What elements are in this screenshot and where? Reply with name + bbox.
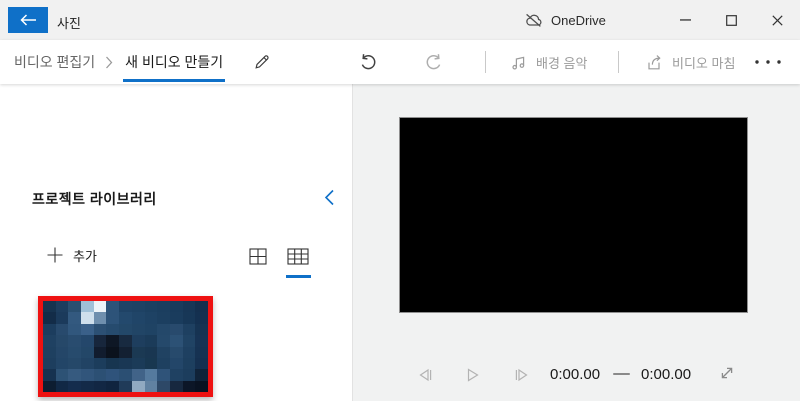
maximize-button[interactable] <box>708 0 754 40</box>
collapse-chevron-icon <box>324 189 335 206</box>
play-icon <box>465 367 480 383</box>
background-music-button[interactable]: 배경 음악 <box>510 40 587 84</box>
background-music-label: 배경 음악 <box>536 55 588 71</box>
next-frame-button[interactable] <box>513 367 530 383</box>
library-thumbnail-selected[interactable] <box>38 296 213 397</box>
project-library-panel: 프로젝트 라이브러리 추가 <box>0 84 353 401</box>
toolbar: 비디오 편집기 새 비디오 만들기 배경 음악 비디오 마침 <box>0 40 800 84</box>
breadcrumb: 비디오 편집기 새 비디오 만들기 <box>14 40 226 84</box>
app-title: 사진 <box>57 16 81 31</box>
finish-video-label: 비디오 마침 <box>672 55 736 71</box>
total-duration: 0:00.00 <box>641 366 692 383</box>
project-library-title: 프로젝트 라이브러리 <box>32 191 157 207</box>
onedrive-label: OneDrive <box>551 12 606 28</box>
selected-view-underline <box>286 275 311 278</box>
add-media-button[interactable]: 추가 <box>47 245 97 265</box>
current-time: 0:00.00 <box>550 366 601 383</box>
music-note-icon <box>510 54 527 71</box>
share-icon <box>645 54 663 71</box>
rename-pencil-icon <box>253 53 271 71</box>
toolbar-divider <box>485 51 486 73</box>
back-icon <box>19 14 37 26</box>
duration-dash-icon <box>613 373 630 375</box>
back-button[interactable] <box>8 7 48 33</box>
small-thumbnails-view-button[interactable] <box>287 248 309 265</box>
rename-button[interactable] <box>253 53 271 71</box>
undo-button[interactable] <box>358 52 378 72</box>
finish-video-button[interactable]: 비디오 마침 <box>645 40 735 84</box>
add-plus-icon <box>47 247 63 263</box>
fullscreen-button[interactable] <box>719 365 735 381</box>
grid-small-icon <box>287 248 309 265</box>
play-button[interactable] <box>465 367 480 383</box>
preview-panel: 0:00.00 0:00.00 <box>353 84 800 401</box>
breadcrumb-current-project[interactable]: 새 비디오 만들기 <box>123 52 226 82</box>
onedrive-cloud-icon <box>524 13 543 28</box>
collapse-panel-button[interactable] <box>324 189 335 206</box>
add-media-label: 추가 <box>73 248 97 264</box>
fullscreen-icon <box>719 365 735 381</box>
minimize-icon <box>679 19 691 21</box>
titlebar: 사진 OneDrive <box>0 0 800 40</box>
thumbnail-image <box>43 301 208 392</box>
redo-button[interactable] <box>424 52 444 72</box>
maximize-icon <box>725 14 737 26</box>
grid-large-icon <box>249 248 267 265</box>
breadcrumb-chevron-icon <box>105 56 113 69</box>
previous-frame-button[interactable] <box>417 367 434 383</box>
video-preview[interactable] <box>399 117 748 313</box>
large-thumbnails-view-button[interactable] <box>249 248 267 265</box>
onedrive-status-button[interactable]: OneDrive <box>524 9 606 31</box>
window-controls <box>662 0 800 40</box>
more-options-button[interactable] <box>753 59 783 65</box>
more-icon <box>753 59 783 65</box>
redo-icon <box>424 52 444 72</box>
breadcrumb-video-editor[interactable]: 비디오 편집기 <box>14 52 95 72</box>
toolbar-divider <box>618 51 619 73</box>
prev-frame-icon <box>417 367 434 383</box>
undo-icon <box>358 52 378 72</box>
next-frame-icon <box>513 367 530 383</box>
minimize-button[interactable] <box>662 0 708 40</box>
close-icon <box>771 14 783 26</box>
close-button[interactable] <box>754 0 800 40</box>
